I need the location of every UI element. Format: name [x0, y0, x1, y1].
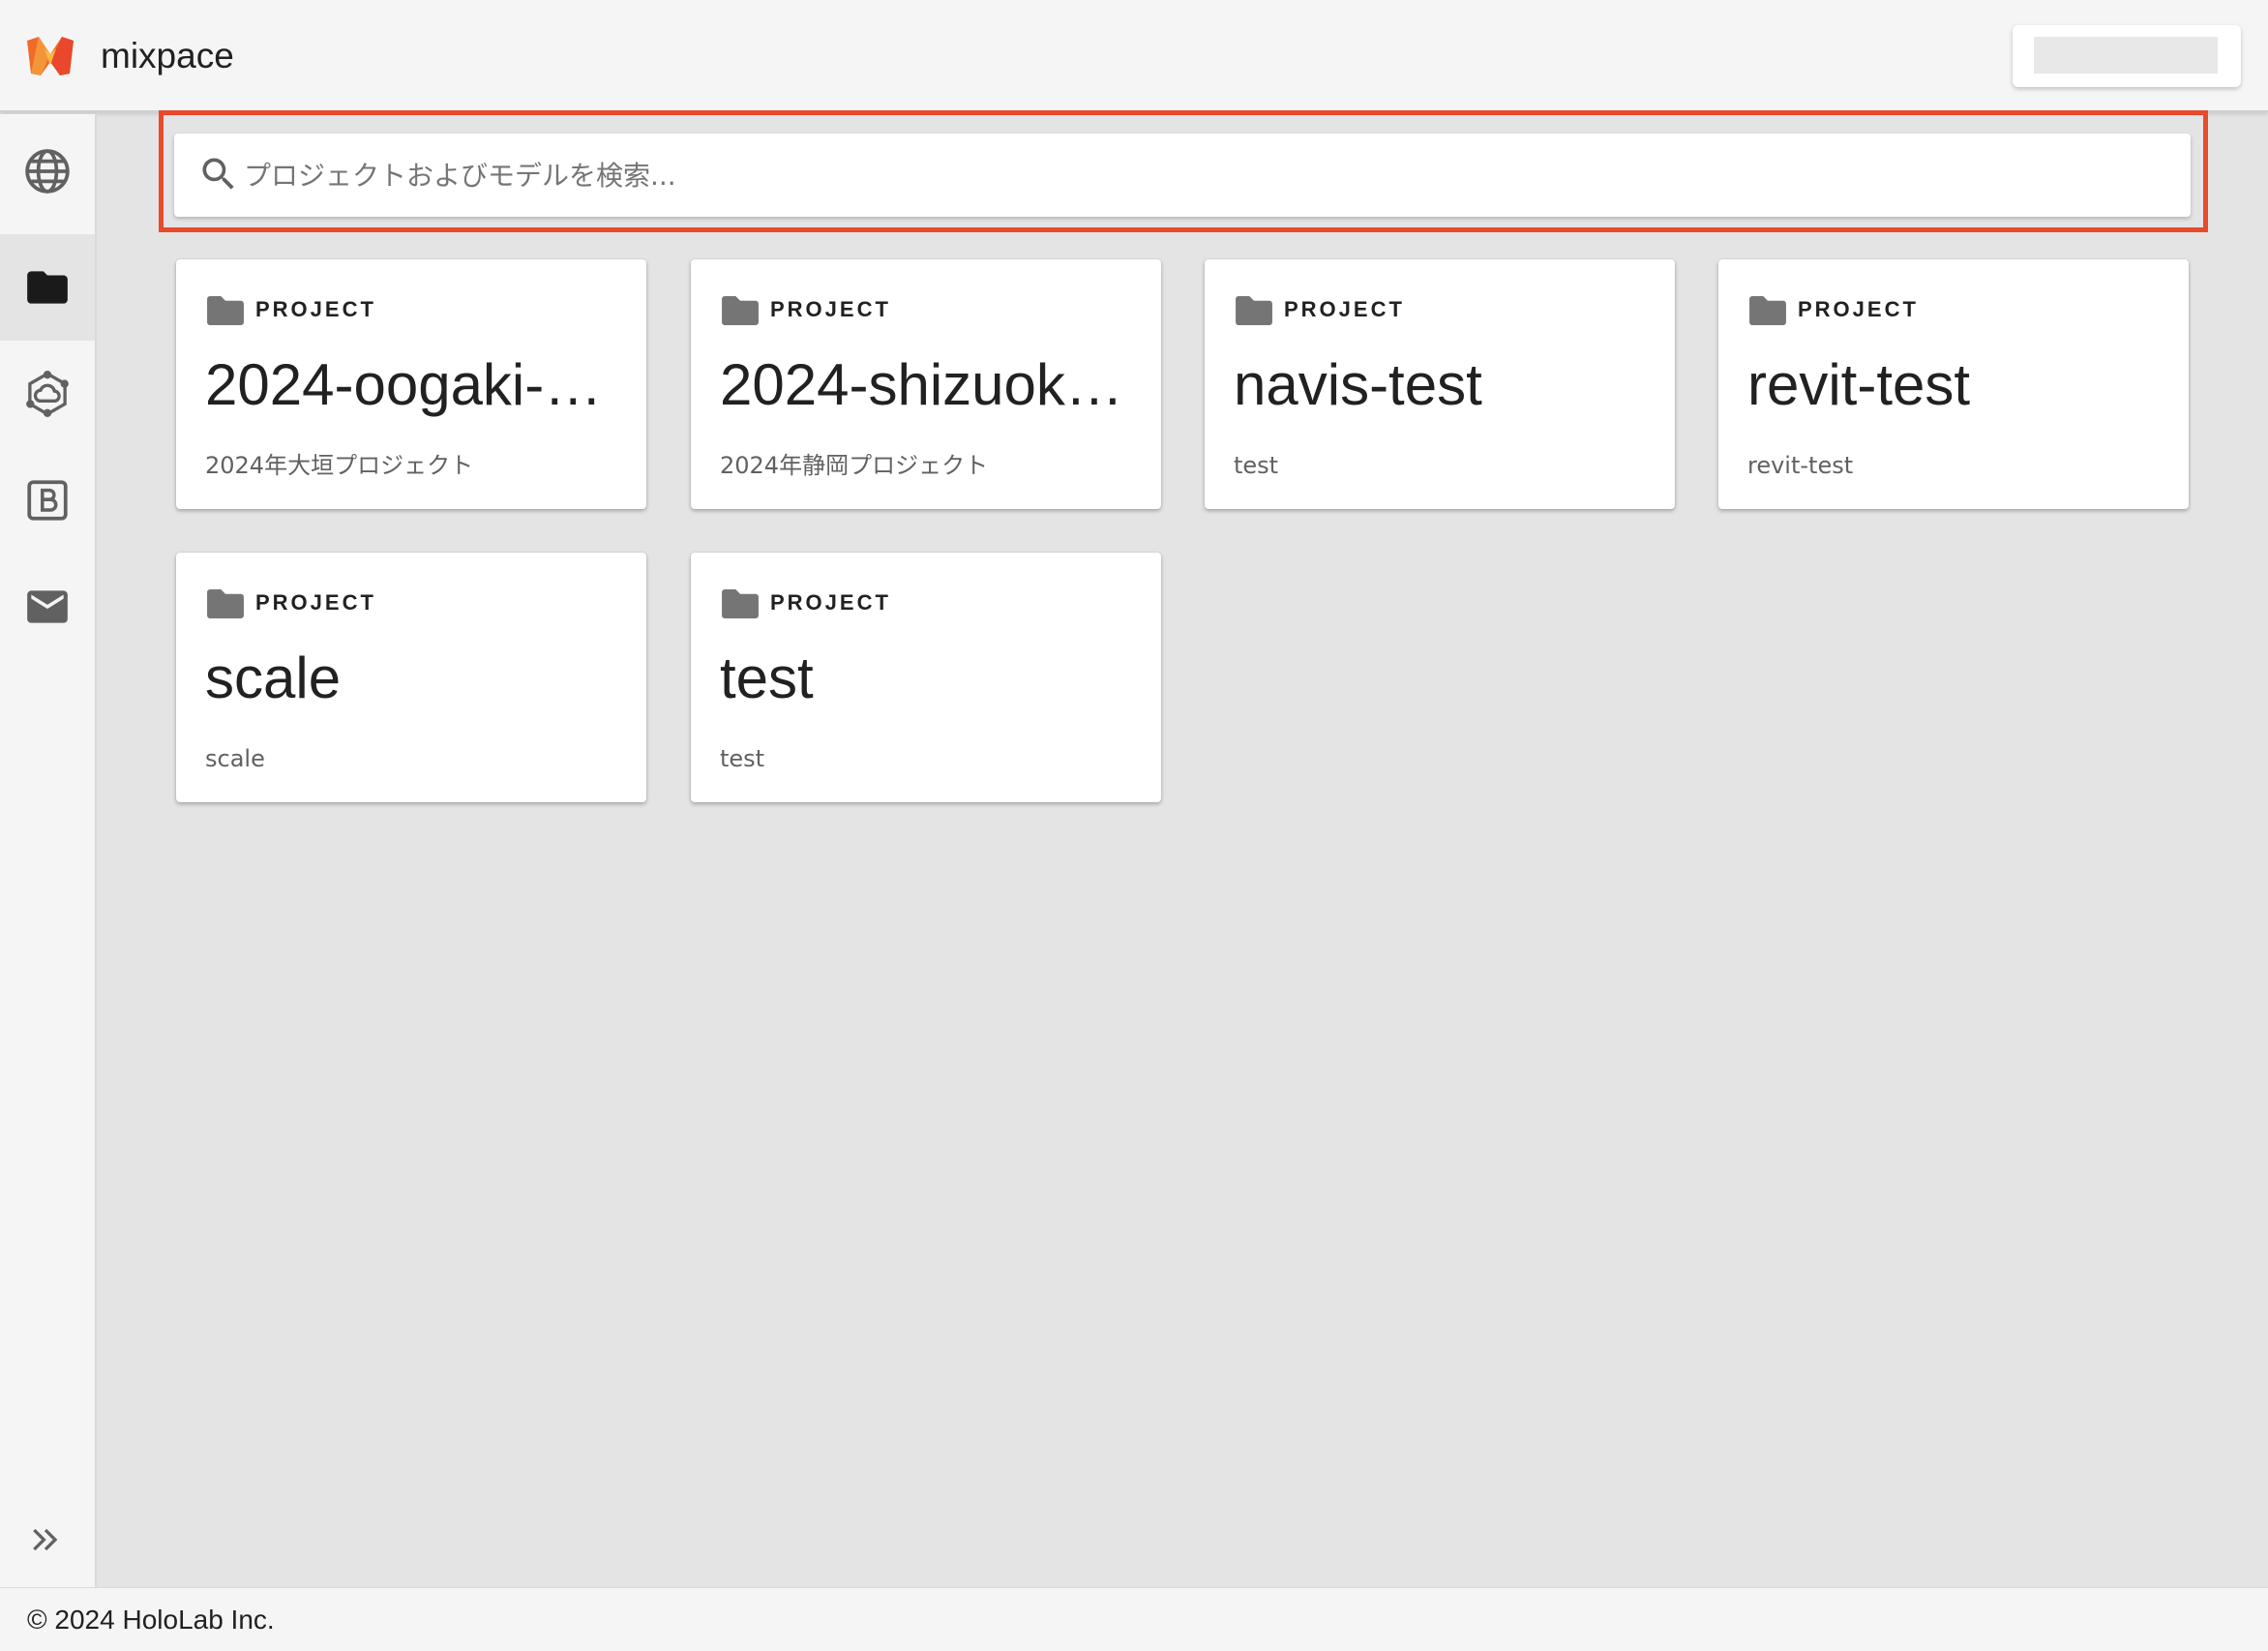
project-name: revit-test [1747, 352, 1971, 417]
sidebar-item-projects[interactable] [0, 234, 95, 341]
project-name: 2024-oogaki-project [205, 352, 627, 417]
search-icon [202, 158, 234, 190]
search-input[interactable] [244, 151, 2160, 199]
project-description: test [720, 745, 765, 772]
card-kind-label: PROJECT [770, 297, 891, 321]
card-kind-label: PROJECT [255, 590, 376, 615]
project-name: test [720, 645, 814, 710]
project-card[interactable]: PROJECT test test [691, 553, 1161, 802]
app-title: mixpace [101, 36, 234, 75]
project-description: 2024年静岡プロジェクト [720, 452, 989, 479]
mail-icon [27, 590, 68, 623]
search-bar[interactable] [174, 134, 2191, 217]
project-name: scale [205, 645, 342, 710]
sidebar [0, 114, 97, 1587]
b-box-icon [27, 480, 68, 521]
sidebar-item-mail[interactable] [0, 554, 95, 660]
card-kind-label: PROJECT [1284, 297, 1405, 321]
project-card[interactable]: PROJECT 2024-shizuoka-project 2024年静岡プロジ… [691, 259, 1161, 509]
project-name: 2024-shizuoka-project [720, 352, 1142, 417]
project-card[interactable]: PROJECT scale scale [176, 553, 646, 802]
project-card[interactable]: PROJECT navis-test test [1205, 259, 1675, 509]
folder-icon [722, 589, 759, 618]
sidebar-item-globe[interactable] [0, 118, 95, 225]
top-app-bar: mixpace [0, 0, 2268, 112]
folder-icon [722, 296, 759, 325]
folder-icon [207, 296, 244, 325]
project-name: navis-test [1234, 352, 1482, 417]
account-name-placeholder [2034, 37, 2218, 74]
mixpace-logo [27, 37, 74, 75]
project-description: revit-test [1747, 452, 1854, 479]
folder-icon [207, 589, 244, 618]
project-description: scale [205, 745, 265, 772]
copyright-text: © 2024 HoloLab Inc. [27, 1605, 275, 1635]
sidebar-item-b[interactable] [0, 447, 95, 554]
card-kind-label: PROJECT [1798, 297, 1919, 321]
footer: © 2024 HoloLab Inc. [0, 1587, 2268, 1651]
project-card[interactable]: PROJECT revit-test revit-test [1718, 259, 2189, 509]
account-button[interactable] [2013, 25, 2241, 87]
project-description: 2024年大垣プロジェクト [205, 452, 474, 479]
globe-icon [25, 149, 70, 194]
card-kind-label: PROJECT [770, 590, 891, 615]
folder-icon [27, 271, 68, 304]
project-description: test [1234, 452, 1279, 479]
double-chevron-right-icon [33, 1528, 58, 1551]
app-root: mixpace プロジェクトおよびモデルを検索... PROJECT 2024-… [0, 0, 2268, 1651]
project-card[interactable]: PROJECT 2024-oogaki-project 2024年大垣プロジェク… [176, 259, 646, 509]
folder-icon [1236, 296, 1272, 325]
sidebar-item-cloud[interactable] [0, 341, 95, 447]
folder-icon [1749, 296, 1786, 325]
expand-sidebar-button[interactable] [21, 1516, 70, 1564]
card-kind-label: PROJECT [255, 297, 376, 321]
cloud-hexagon-icon [26, 371, 69, 417]
